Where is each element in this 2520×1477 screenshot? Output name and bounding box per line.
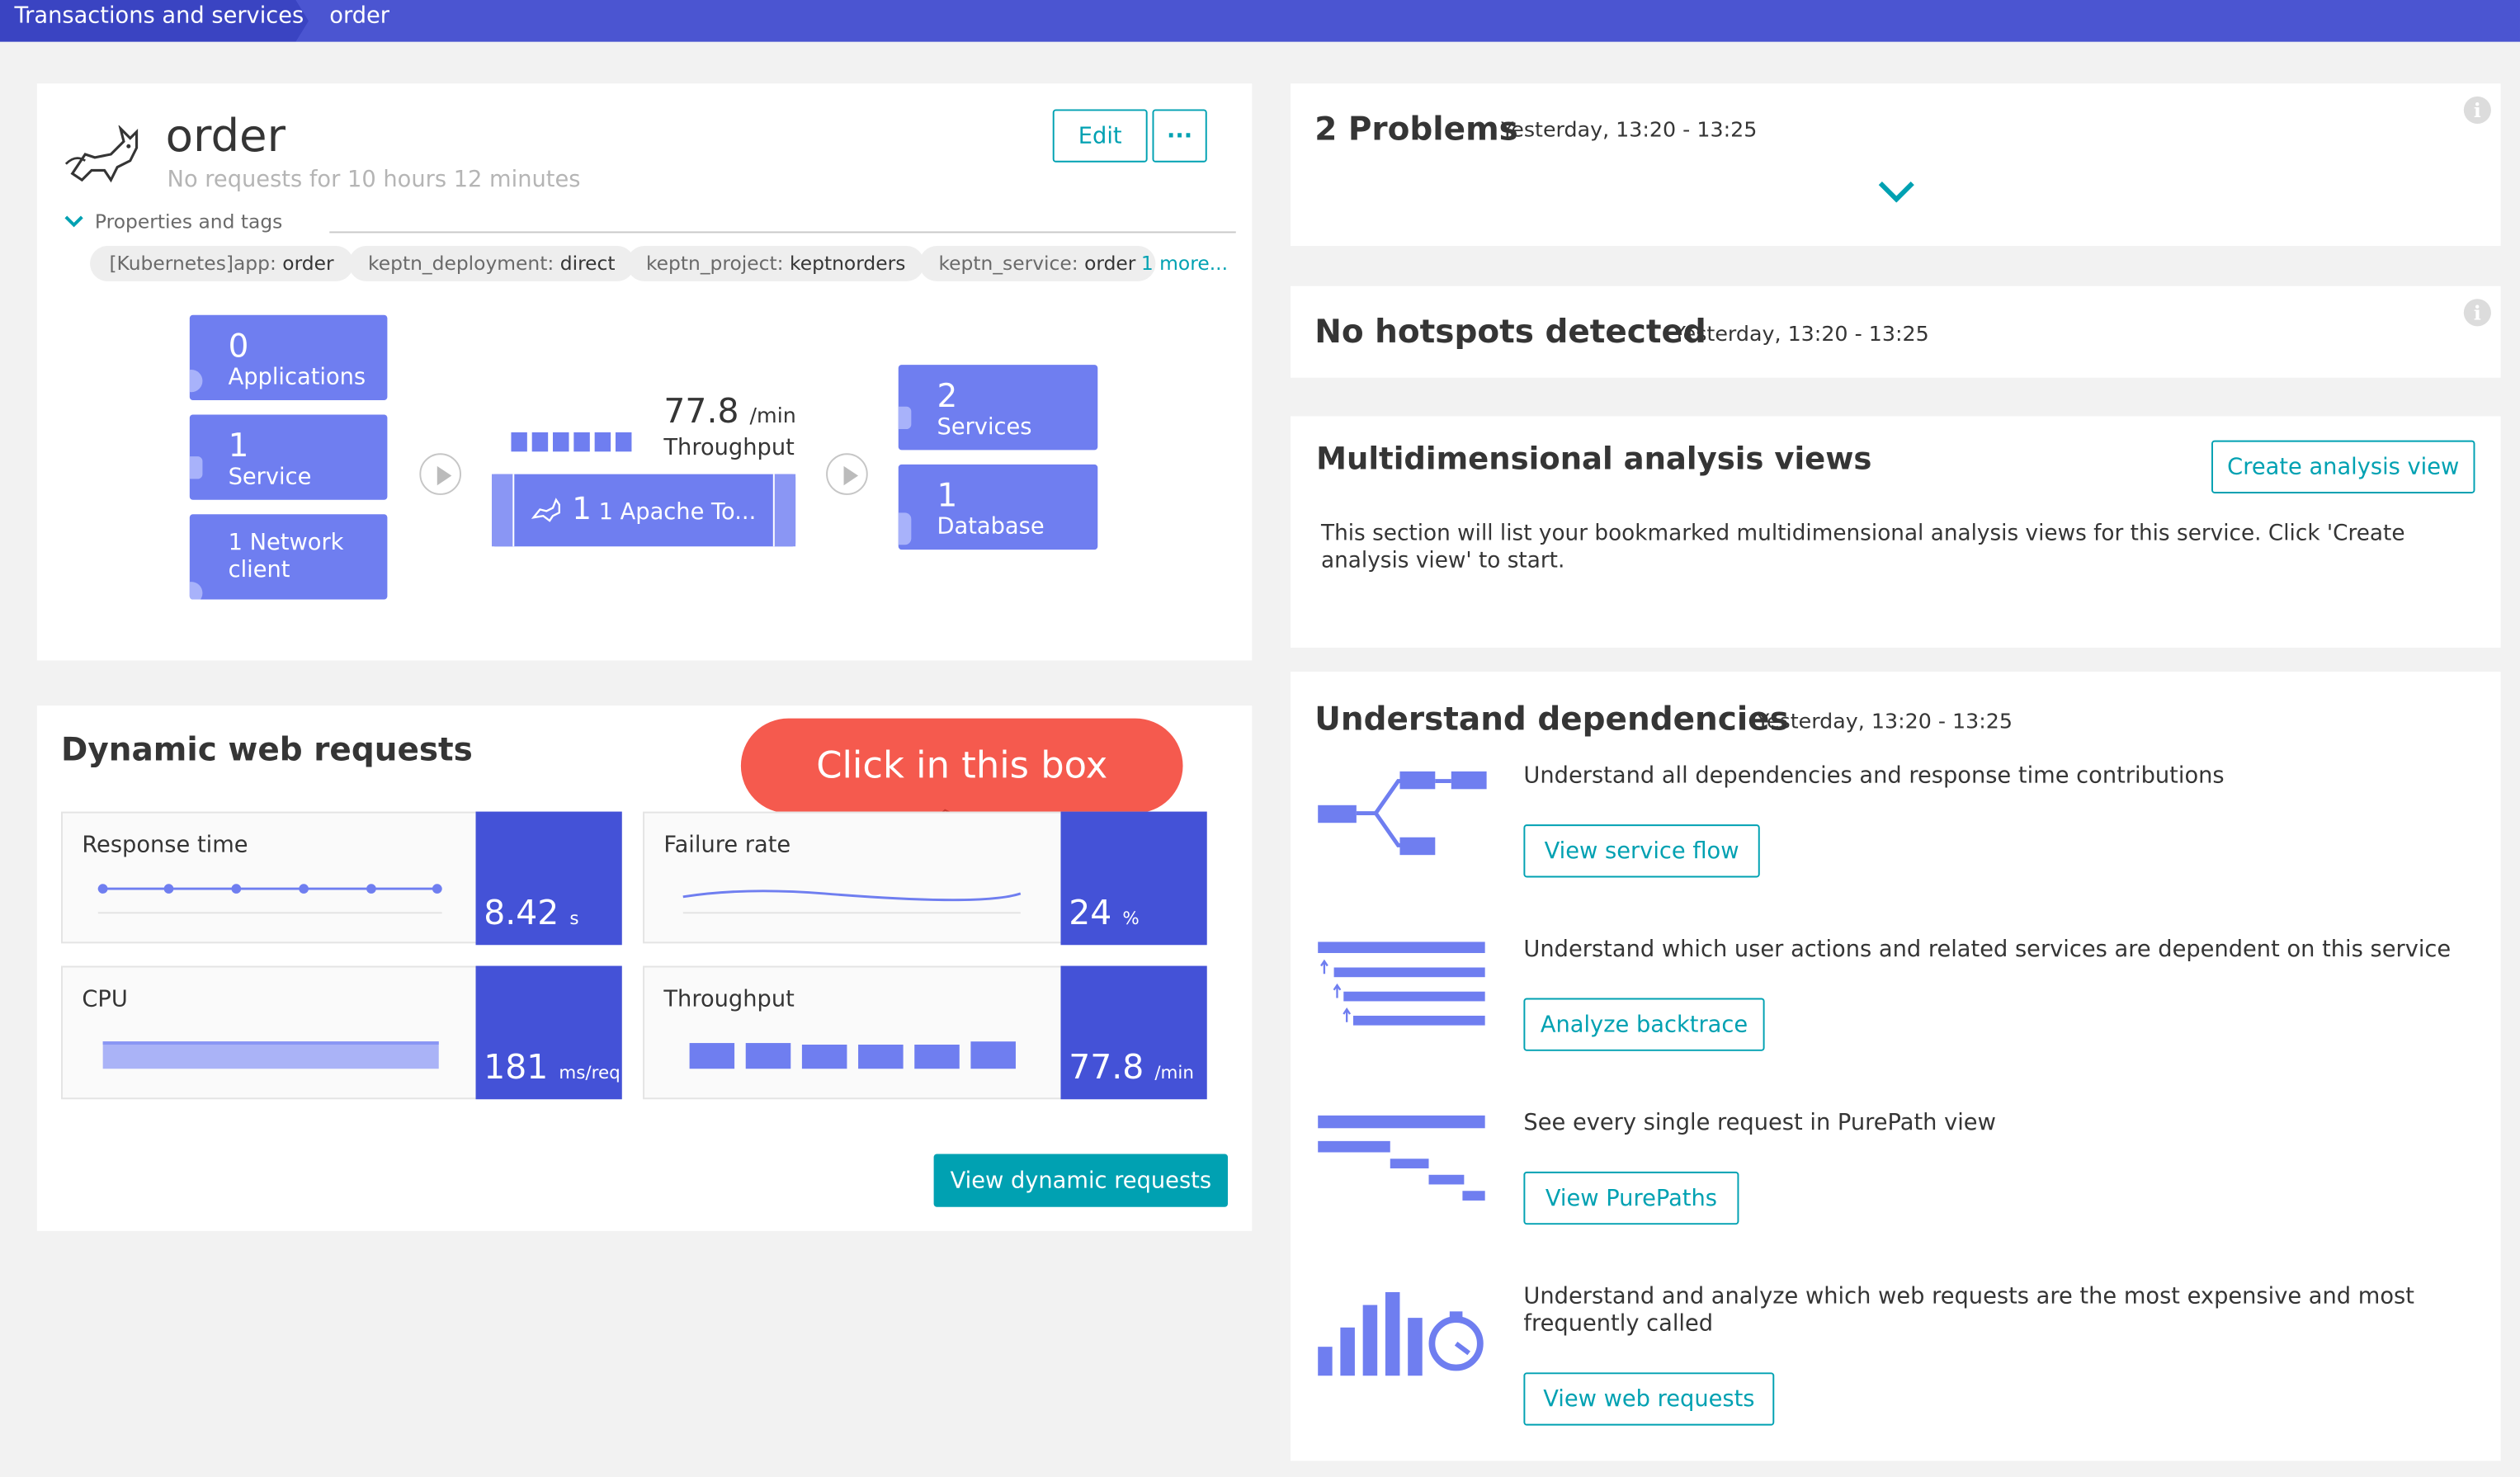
tile-label: Response time <box>82 832 248 859</box>
cpu-area-chart <box>102 1041 439 1069</box>
throughput-label: Throughput <box>663 435 795 461</box>
throughput-bar-chart <box>689 1041 1016 1069</box>
analysis-views-title: Multidimensional analysis views <box>1316 441 1872 478</box>
view-dynamic-requests-button[interactable]: View dynamic requests <box>933 1154 1229 1207</box>
web-requests-icon <box>1318 1291 1484 1376</box>
app-icon <box>189 369 203 393</box>
tile-label: Throughput <box>663 986 795 1013</box>
dependencies-time: Yesterday, 13:20 - 13:25 <box>1756 710 2013 735</box>
info-icon[interactable]: i <box>2463 299 2491 327</box>
applications-node[interactable]: 0 Applications <box>189 314 388 400</box>
dependency-text: Understand all dependencies and response… <box>1523 763 2225 790</box>
failure-rate-value: 24 % <box>1069 893 1140 932</box>
failure-rate-tile[interactable]: Failure rate 24 % <box>643 811 1207 946</box>
network-client-node[interactable]: 1 Network client <box>189 514 388 600</box>
tile-label: CPU <box>82 986 128 1013</box>
tag-keptn-deployment[interactable]: keptn_deployment: direct <box>348 245 635 281</box>
hotspots-time: Yesterday, 13:20 - 13:25 <box>1673 323 1929 347</box>
tag-keptn-project[interactable]: keptn_project: keptnorders <box>626 245 925 281</box>
service-count: 1 <box>228 426 249 465</box>
dependency-text: See every single request in PurePath vie… <box>1523 1110 1996 1137</box>
tag-keptn-service[interactable]: keptn_service: order <box>919 245 1155 281</box>
network-client-label: 1 Network client <box>228 530 344 584</box>
process-left-handle <box>491 474 515 547</box>
service-label: Service <box>228 464 312 491</box>
more-button[interactable]: ··· <box>1152 109 1207 163</box>
view-service-flow-button[interactable]: View service flow <box>1523 824 1760 878</box>
services-node[interactable]: 2 Services <box>898 365 1098 451</box>
process-node[interactable]: 1 1 Apache To... <box>491 474 796 547</box>
problems-card[interactable]: 2 Problems Yesterday, 13:20 - 13:25 i <box>1291 83 2501 246</box>
response-time-tile[interactable]: Response time 8.42 s <box>61 811 622 946</box>
dependencies-title: Understand dependencies <box>1314 699 1789 738</box>
dependency-text: Understand which user actions and relate… <box>1523 937 2452 963</box>
applications-label: Applications <box>228 365 366 391</box>
backtrace-icon <box>1318 941 1485 1026</box>
tile-label: Failure rate <box>663 832 791 859</box>
view-purepaths-button[interactable]: View PurePaths <box>1523 1171 1739 1225</box>
tag-kubernetes-app[interactable]: [Kubernetes]app: order <box>90 245 354 281</box>
services-count: 2 <box>937 375 958 415</box>
callout-bubble: Click in this box <box>740 718 1183 814</box>
create-analysis-view-button[interactable]: Create analysis view <box>2211 440 2475 493</box>
purepath-icon <box>1318 1115 1485 1201</box>
database-icon <box>898 512 912 545</box>
throughput-value-box: 77.8 /min <box>1060 965 1207 1100</box>
database-count: 1 <box>937 475 958 515</box>
breadcrumb: Transactions and services order <box>0 0 2520 42</box>
analyze-backtrace-button[interactable]: Analyze backtrace <box>1523 998 1765 1051</box>
cpu-tile[interactable]: CPU 181 ms/req <box>61 965 622 1100</box>
failure-rate-sparkline <box>682 890 1022 914</box>
gear-icon <box>898 406 912 430</box>
breadcrumb-parent[interactable]: Transactions and services <box>0 0 309 42</box>
process-right-handle <box>772 474 796 547</box>
chevron-down-icon <box>64 215 83 228</box>
play-icon <box>419 453 461 495</box>
analysis-views-description: This section will list your bookmarked m… <box>1321 521 2405 574</box>
service-flow-icon <box>1318 771 1487 856</box>
properties-toggle[interactable]: Properties and tags <box>63 210 282 233</box>
divider <box>329 231 1236 234</box>
problems-title: 2 Problems <box>1314 109 1518 149</box>
service-subtitle: No requests for 10 hours 12 minutes <box>167 167 581 193</box>
tomcat-icon <box>64 125 139 183</box>
dynamic-requests-title: Dynamic web requests <box>61 729 473 769</box>
services-label: Services <box>937 414 1032 441</box>
hotspots-title: No hotspots detected <box>1314 311 1706 351</box>
throughput-mini-bars <box>511 432 632 452</box>
dependency-text: Understand and analyze which web request… <box>1523 1284 2414 1338</box>
problems-time: Yesterday, 13:20 - 13:25 <box>1501 119 1758 144</box>
gear-icon <box>189 456 203 479</box>
response-time-value-box: 8.42 s <box>475 811 622 946</box>
cpu-value: 181 ms/req <box>484 1047 621 1087</box>
page-title: order <box>165 109 286 163</box>
throughput-value: 77.8 /min <box>663 392 796 431</box>
more-tags-link[interactable]: 1 more... <box>1141 252 1228 275</box>
network-icon <box>189 582 203 600</box>
response-time-sparkline <box>97 884 442 914</box>
hotspots-card: No hotspots detected Yesterday, 13:20 - … <box>1291 285 2501 378</box>
throughput-tile[interactable]: Throughput 77.8 /min <box>643 965 1207 1100</box>
info-icon[interactable]: i <box>2463 96 2491 124</box>
database-label: Database <box>937 514 1045 540</box>
cpu-value-box: 181 ms/req <box>475 965 622 1100</box>
process-label: 1 1 Apache To... <box>572 491 757 527</box>
throughput-tile-value: 77.8 /min <box>1069 1047 1194 1087</box>
tomcat-icon <box>531 498 560 522</box>
edit-button[interactable]: Edit <box>1052 109 1148 163</box>
properties-label[interactable]: Properties and tags <box>95 210 282 233</box>
database-node[interactable]: 1 Database <box>898 464 1098 550</box>
breadcrumb-current: order <box>329 2 390 30</box>
applications-count: 0 <box>228 326 249 366</box>
chevron-down-icon[interactable] <box>1877 180 1916 203</box>
analysis-views-card: Multidimensional analysis views Create a… <box>1291 416 2501 648</box>
response-time-value: 8.42 s <box>484 893 579 932</box>
play-icon <box>826 453 868 495</box>
failure-rate-value-box: 24 % <box>1060 811 1207 946</box>
service-node[interactable]: 1 Service <box>189 414 388 500</box>
view-web-requests-button[interactable]: View web requests <box>1523 1372 1775 1426</box>
breadcrumb-parent-label[interactable]: Transactions and services <box>15 3 304 29</box>
